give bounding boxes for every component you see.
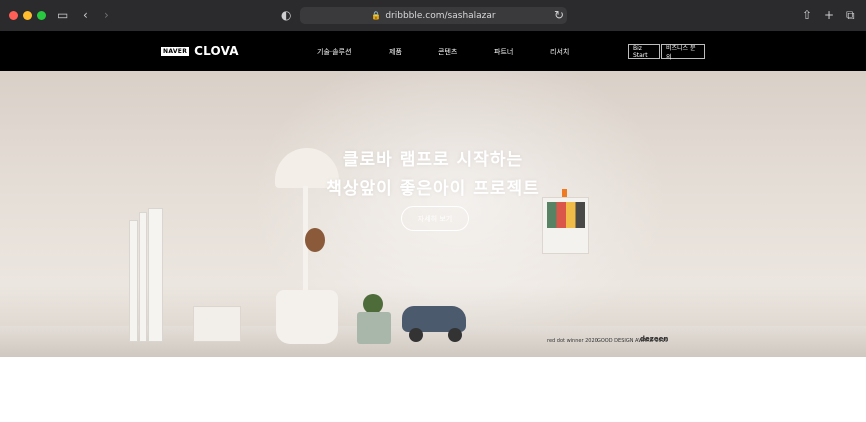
lamp-base [276, 290, 338, 344]
bear-figure [305, 228, 325, 252]
plant-pot [357, 312, 391, 344]
zoom-window-button[interactable] [37, 11, 46, 20]
cactus [363, 294, 383, 314]
learn-more-button[interactable]: 자세히 보기 [401, 206, 469, 231]
logo-clova: CLOVA [194, 44, 239, 58]
back-icon[interactable]: ‹ [83, 9, 88, 21]
hero-title-line-1: 클로바 램프로 시작하는 [342, 150, 524, 170]
window-controls [9, 11, 46, 20]
url-text: dribbble.com/sashalazar [385, 10, 496, 21]
logo-naver: NAVER [161, 46, 190, 56]
sidebar-icon[interactable]: ▭ [57, 9, 68, 21]
address-bar[interactable]: 🔒 dribbble.com/sashalazar [300, 7, 567, 24]
biz-start-button[interactable]: Biz Start [628, 44, 660, 59]
book [139, 212, 147, 342]
forward-icon[interactable]: › [104, 9, 109, 21]
wall-poster [542, 197, 589, 254]
reload-icon[interactable]: ↻ [554, 9, 564, 21]
toy-car-wheel [448, 328, 462, 342]
business-inquiry-button[interactable]: 비즈니스 문의 [661, 44, 705, 61]
nav-item-research[interactable]: 리서치 [550, 47, 569, 57]
pen-holder [193, 306, 241, 342]
browser-toolbar: ▭ ‹ › ◐ 🔒 dribbble.com/sashalazar ↻ ⇧ + … [0, 0, 866, 31]
page-content-area [0, 357, 866, 422]
shield-icon[interactable]: ◐ [281, 9, 291, 21]
nav-item-content[interactable]: 콘텐츠 [438, 47, 457, 57]
new-tab-icon[interactable]: + [824, 9, 834, 21]
lock-icon: 🔒 [371, 11, 382, 20]
book [148, 208, 163, 342]
minimize-window-button[interactable] [23, 11, 32, 20]
nav-item-partner[interactable]: 파트너 [494, 47, 513, 57]
nav-item-products[interactable]: 제품 [389, 47, 402, 57]
book [129, 220, 138, 342]
logo[interactable]: NAVER CLOVA [161, 44, 239, 58]
award-red-dot: red dot winner 2020 [547, 338, 598, 344]
toy-car-wheel [409, 328, 423, 342]
nav-item-tech[interactable]: 기술·솔루션 [317, 47, 351, 57]
share-icon[interactable]: ⇧ [802, 9, 812, 21]
close-window-button[interactable] [9, 11, 18, 20]
hero-title-line-2: 책상앞이 좋은아이 프로젝트 [326, 179, 540, 199]
site-header: NAVER CLOVA 기술·솔루션 제품 콘텐츠 파트너 리서치 Biz St… [0, 31, 866, 71]
award-dezeen: dezeen [640, 335, 669, 343]
tabs-icon[interactable]: ⧉ [846, 9, 855, 21]
